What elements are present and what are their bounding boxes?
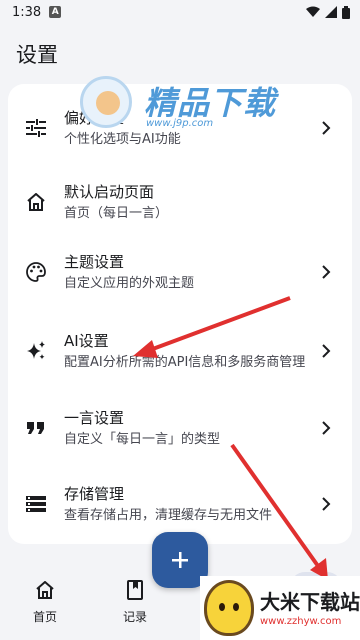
signal-icon xyxy=(325,6,337,18)
settings-item-desc: 首页（每日一言） xyxy=(64,205,169,221)
quote-icon xyxy=(24,416,48,440)
notification-badge: A xyxy=(49,6,62,18)
chevron-right-icon xyxy=(318,496,334,512)
settings-card: 偏好设置 个性化选项与AI功能 默认启动页面 首页（每日一言） 主题设置 自定义… xyxy=(8,84,352,544)
settings-item-desc: 查看存储占用，清理缓存与无用文件 xyxy=(64,507,273,523)
tune-icon xyxy=(24,116,48,140)
settings-item-theme[interactable]: 主题设置 自定义应用的外观主题 xyxy=(8,234,352,310)
page-title: 设置 xyxy=(16,43,58,67)
settings-item-label: 偏好设置 xyxy=(64,108,125,127)
palette-icon xyxy=(24,260,48,284)
chevron-right-icon xyxy=(318,343,334,359)
settings-item-desc: 配置AI分析所需的API信息和多服务商管理 xyxy=(64,354,306,370)
plus-icon xyxy=(172,552,188,568)
settings-item-desc: 个性化选项与AI功能 xyxy=(64,131,181,147)
settings-item-desc: 自定义应用的外观主题 xyxy=(64,275,195,291)
home-icon xyxy=(24,190,48,214)
settings-item-label: 一言设置 xyxy=(64,408,125,427)
settings-item-desc: 自定义「每日一言」的类型 xyxy=(64,431,221,447)
corner-watermark-title: 大米下载站 xyxy=(260,590,360,614)
book-icon xyxy=(123,578,147,602)
home-icon xyxy=(33,578,57,602)
sparkle-icon xyxy=(24,339,48,363)
chevron-right-icon xyxy=(318,420,334,436)
nav-label: 首页 xyxy=(32,610,57,624)
corner-watermark-url: www.zzhyw.com xyxy=(260,616,342,627)
status-bar: 1:38 A xyxy=(0,0,360,24)
settings-item-label: 存储管理 xyxy=(64,484,125,503)
settings-item-label: 默认启动页面 xyxy=(64,182,155,201)
chevron-right-icon xyxy=(318,264,334,280)
mascot-image xyxy=(204,580,254,636)
settings-item-default-page[interactable]: 默认启动页面 首页（每日一言） xyxy=(8,164,352,240)
battery-icon xyxy=(342,5,350,19)
storage-icon xyxy=(24,492,48,516)
settings-item-preferences[interactable]: 偏好设置 个性化选项与AI功能 xyxy=(8,90,352,166)
nav-item-home[interactable]: 首页 xyxy=(9,578,81,634)
nav-label: 记录 xyxy=(122,610,147,624)
status-icons xyxy=(306,5,350,19)
settings-item-label: AI设置 xyxy=(64,331,109,350)
chevron-right-icon xyxy=(318,120,334,136)
settings-item-ai[interactable]: AI设置 配置AI分析所需的API信息和多服务商管理 xyxy=(8,310,352,392)
status-time: 1:38 xyxy=(12,4,42,20)
wifi-icon xyxy=(306,6,320,17)
settings-item-label: 主题设置 xyxy=(64,252,125,271)
settings-item-quote[interactable]: 一言设置 自定义「每日一言」的类型 xyxy=(8,390,352,466)
app-bar: 设置 xyxy=(0,30,360,78)
corner-watermark: 大米下载站 www.zzhyw.com xyxy=(200,576,360,640)
